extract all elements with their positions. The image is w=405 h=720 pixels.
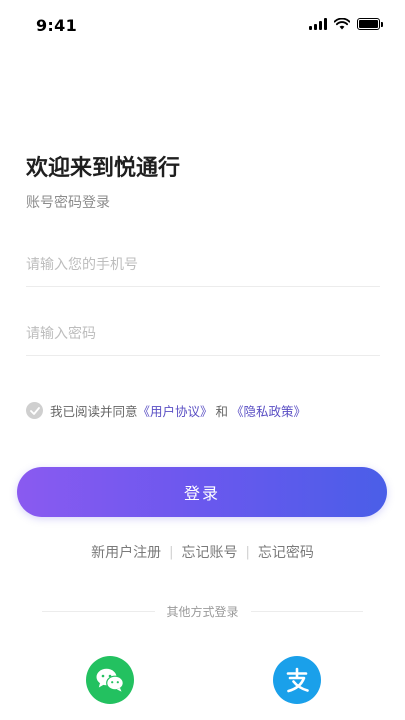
wechat-icon: [96, 668, 124, 692]
wifi-icon: [334, 18, 350, 30]
privacy-policy-link[interactable]: 《隐私政策》: [231, 401, 306, 420]
login-screen: 9:41 欢迎来到悦通行 账号密码登录 请输入您的手机号 我已阅读并同意 《用户…: [0, 0, 405, 720]
phone-input[interactable]: [26, 243, 380, 286]
link-separator: |: [245, 544, 250, 560]
user-agreement-link[interactable]: 《用户协议》: [138, 401, 213, 420]
agreement-prefix: 我已阅读并同意: [50, 404, 138, 419]
check-icon: [29, 406, 40, 415]
register-link[interactable]: 新用户注册: [91, 542, 161, 562]
other-login-divider: 其他方式登录: [42, 603, 364, 620]
forgot-account-link[interactable]: 忘记账号: [182, 542, 238, 562]
status-time: 9:41: [36, 16, 77, 35]
page-title: 欢迎来到悦通行: [26, 156, 181, 181]
alipay-icon: [286, 667, 309, 693]
agreement-row: 我已阅读并同意 《用户协议》 和 《隐私政策》: [26, 401, 306, 420]
status-icons: [309, 18, 383, 30]
alipay-login-button[interactable]: [273, 656, 321, 704]
divider-line: [250, 611, 364, 612]
status-bar: 9:41: [0, 0, 405, 50]
agreement-checkbox[interactable]: [26, 402, 43, 419]
password-input[interactable]: [26, 312, 380, 355]
wechat-login-button[interactable]: [86, 656, 134, 704]
phone-field: [26, 243, 380, 287]
password-field: [26, 312, 380, 356]
login-button[interactable]: 登录: [17, 467, 387, 517]
secondary-links: 新用户注册 | 忘记账号 | 忘记密码: [0, 542, 405, 562]
cellular-signal-icon: [309, 18, 327, 30]
link-separator: |: [169, 544, 174, 560]
other-login-label: 其他方式登录: [166, 605, 239, 619]
battery-icon: [357, 18, 383, 30]
agreement-conjunction: 和: [215, 404, 229, 419]
divider-line: [42, 611, 155, 612]
forgot-password-link[interactable]: 忘记密码: [258, 542, 314, 562]
login-subtitle: 账号密码登录: [26, 195, 110, 211]
